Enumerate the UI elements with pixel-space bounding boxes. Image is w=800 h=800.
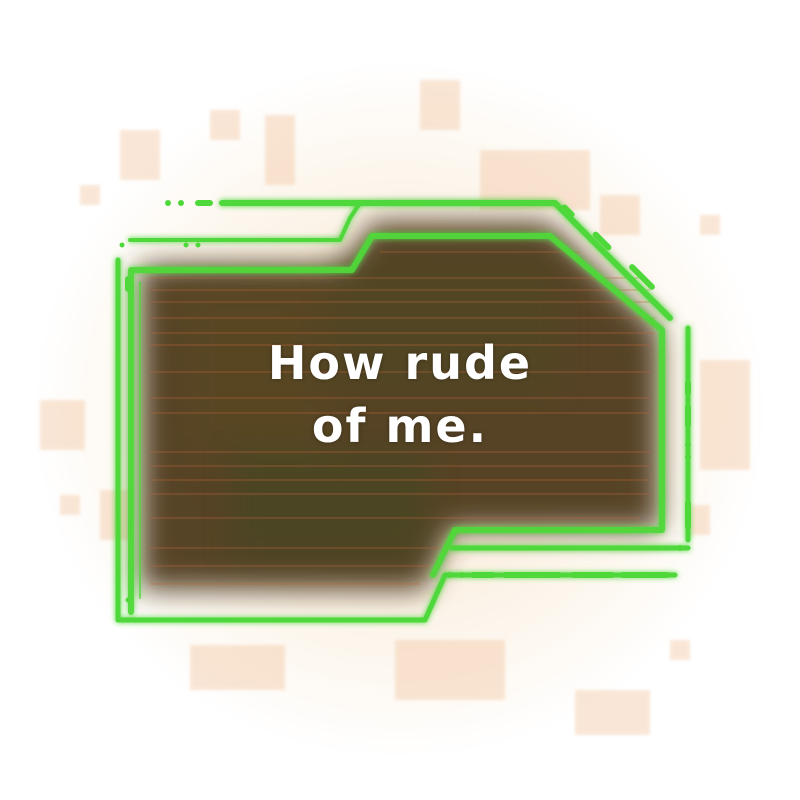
dialog-text: How rude of me. [150,332,650,458]
dialog-line-1: How rude [267,336,533,390]
dialog-scene: How rude of me. [0,0,800,800]
dialog-line-2: of me. [311,399,489,453]
